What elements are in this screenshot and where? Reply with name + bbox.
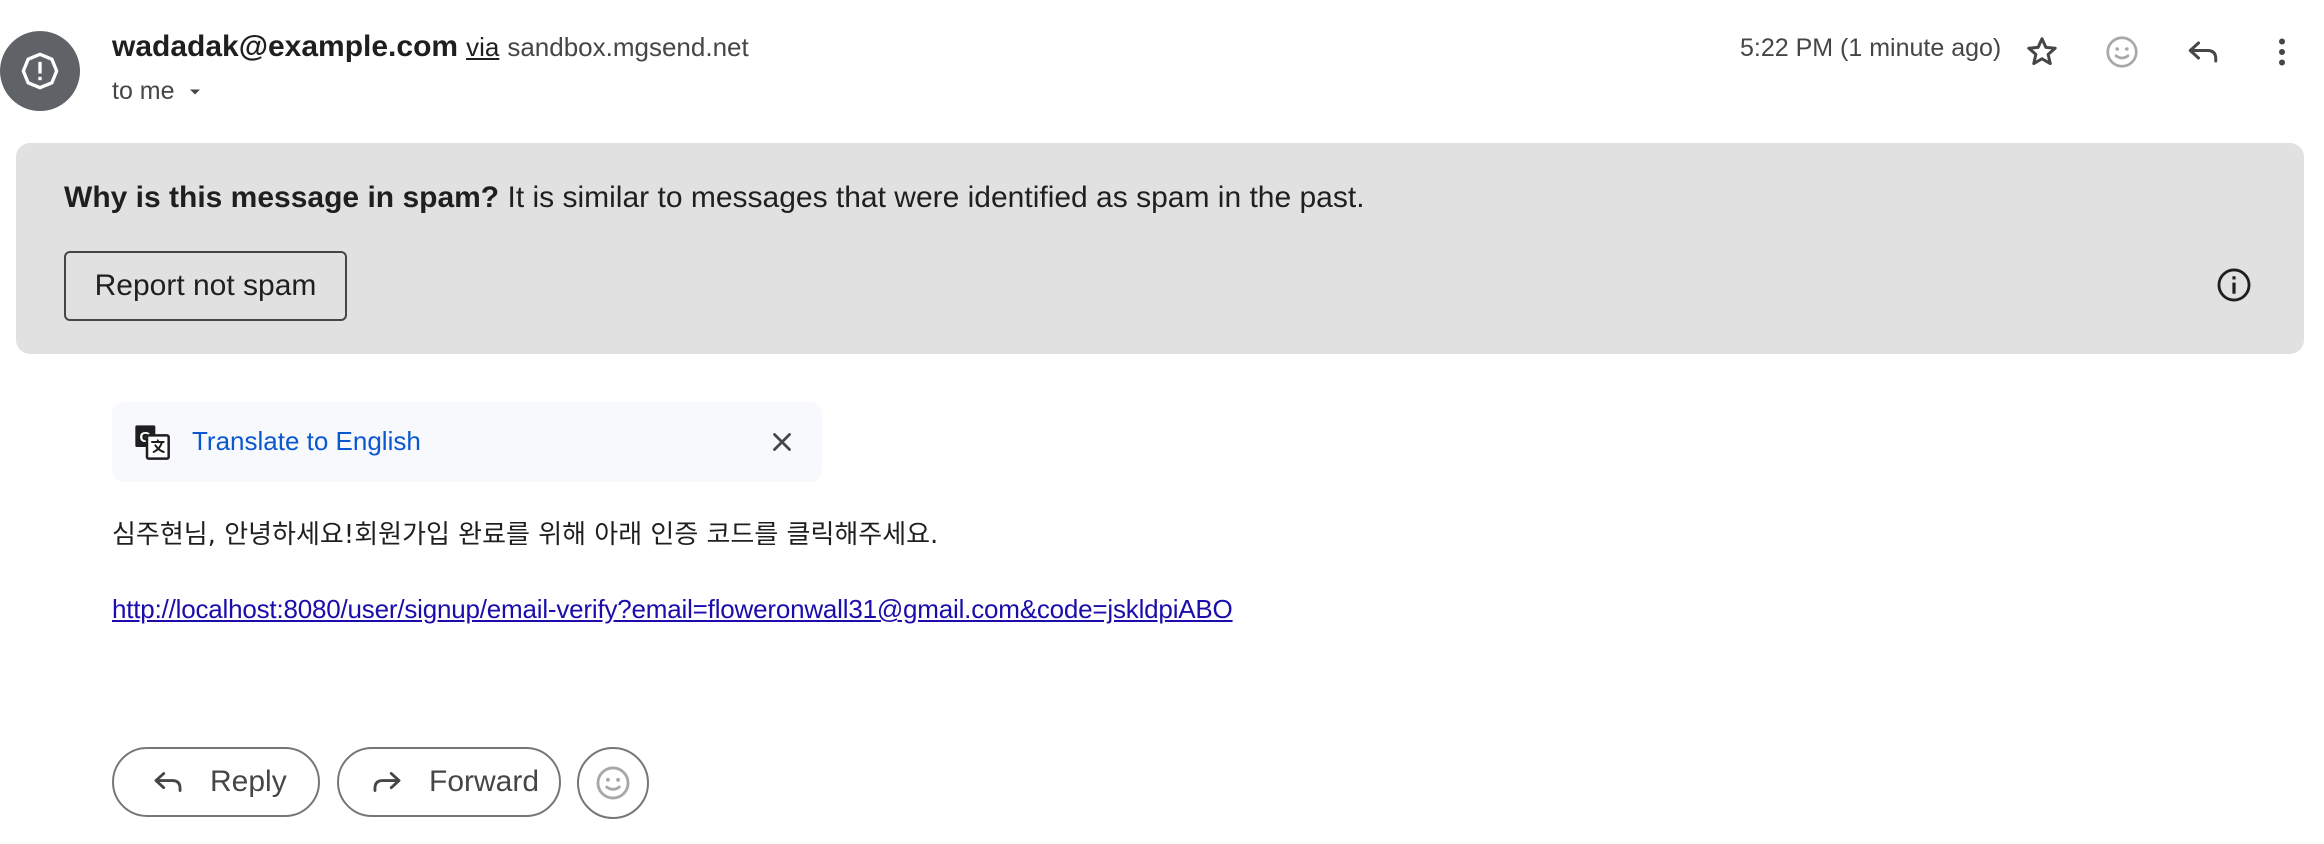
translate-close-button[interactable] <box>762 422 802 462</box>
email-message-view: wadadak@example.com via sandbox.mgsend.n… <box>0 0 2324 844</box>
message-timestamp: 5:22 PM (1 minute ago) <box>1740 34 2002 62</box>
reply-icon <box>2188 41 2218 63</box>
translate-icon: G <box>135 425 170 460</box>
reply-button[interactable]: Reply <box>112 747 320 817</box>
alert-circle-icon <box>21 52 59 90</box>
spam-info-button[interactable] <box>2212 263 2256 307</box>
spam-warning-banner: Why is this message in spam? It is simil… <box>16 143 2304 354</box>
spam-reason-text: Why is this message in spam? It is simil… <box>64 181 1365 215</box>
message-body-text: 심주현님, 안녕하세요!회원가입 완료를 위해 아래 인증 코드를 클릭해주세요… <box>112 520 939 550</box>
forward-button-label: Forward <box>429 765 540 798</box>
forward-button[interactable]: Forward <box>337 747 561 817</box>
recipient-details-toggle[interactable]: to me <box>112 74 205 108</box>
via-domain: sandbox.mgsend.net <box>507 32 749 62</box>
caret-down-icon <box>189 89 200 95</box>
reply-icon <box>150 764 186 800</box>
translate-to-english-link[interactable]: Translate to English <box>192 426 421 457</box>
more-vert-icon <box>2279 38 2285 66</box>
spam-explanation: It is similar to messages that were iden… <box>507 181 1365 214</box>
verification-link[interactable]: http://localhost:8080/user/signup/email-… <box>112 594 1233 625</box>
emoji-reaction-button[interactable] <box>577 747 649 819</box>
add-reaction-button[interactable] <box>2100 30 2144 74</box>
spam-question: Why is this message in spam? <box>64 181 500 214</box>
recipient-label: to me <box>112 76 175 105</box>
more-options-button[interactable] <box>2260 30 2304 74</box>
sender-line: wadadak@example.com via sandbox.mgsend.n… <box>112 30 749 70</box>
forward-icon <box>369 764 405 800</box>
via-label[interactable]: via <box>466 32 499 63</box>
sender-email[interactable]: wadadak@example.com <box>112 30 458 64</box>
info-icon <box>2217 268 2251 302</box>
close-icon <box>773 433 791 451</box>
sender-avatar[interactable] <box>0 31 80 111</box>
report-not-spam-button[interactable]: Report not spam <box>64 251 347 321</box>
star-icon <box>2027 37 2057 66</box>
emoji-reaction-icon <box>596 766 630 800</box>
translate-bar: G Translate to English <box>112 402 822 482</box>
emoji-reaction-icon <box>2106 36 2138 68</box>
reply-button-label: Reply <box>210 765 287 798</box>
star-button[interactable] <box>2020 30 2064 74</box>
reply-header-button[interactable] <box>2181 30 2225 74</box>
